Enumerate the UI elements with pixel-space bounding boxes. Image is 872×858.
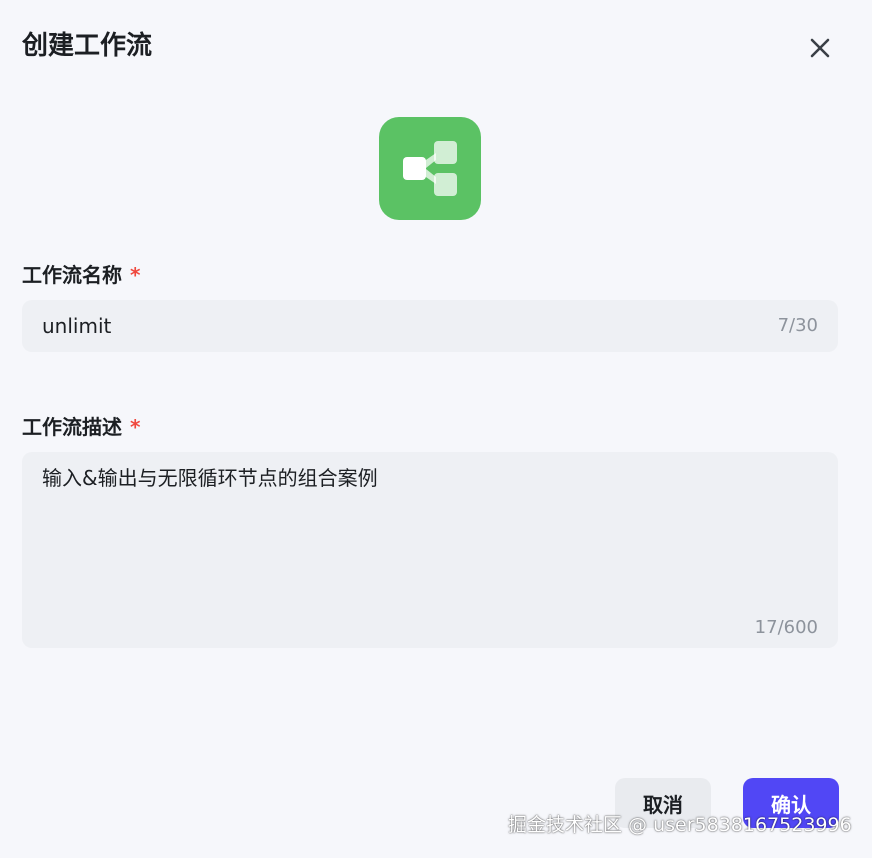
close-icon (810, 38, 830, 58)
desc-label-text: 工作流描述 (22, 415, 122, 439)
dialog-title: 创建工作流 (22, 31, 153, 61)
workflow-name-input[interactable]: unlimit 7/30 (22, 300, 838, 352)
desc-char-counter: 17/600 (754, 617, 818, 638)
create-workflow-dialog: 创建工作流 工作流名称 * unlimit 7/30 工作流描述 * 输入&输出与无… (0, 0, 872, 858)
watermark-text: 掘金技术社区 @ user5838167523996 (508, 814, 852, 836)
required-mark: * (130, 415, 141, 439)
workflow-description-textarea[interactable]: 输入&输出与无限循环节点的组合案例 17/600 (22, 452, 838, 648)
name-input-value: unlimit (42, 314, 112, 338)
workflow-share-icon (403, 141, 457, 196)
desc-field-label: 工作流描述 * (22, 413, 140, 441)
workflow-icon (379, 117, 481, 220)
required-mark: * (130, 263, 141, 287)
desc-textarea-value: 输入&输出与无限循环节点的组合案例 (42, 466, 378, 490)
close-button[interactable] (804, 32, 836, 64)
name-char-counter: 7/30 (777, 315, 818, 336)
name-label-text: 工作流名称 (22, 263, 122, 287)
name-field-label: 工作流名称 * (22, 261, 140, 289)
